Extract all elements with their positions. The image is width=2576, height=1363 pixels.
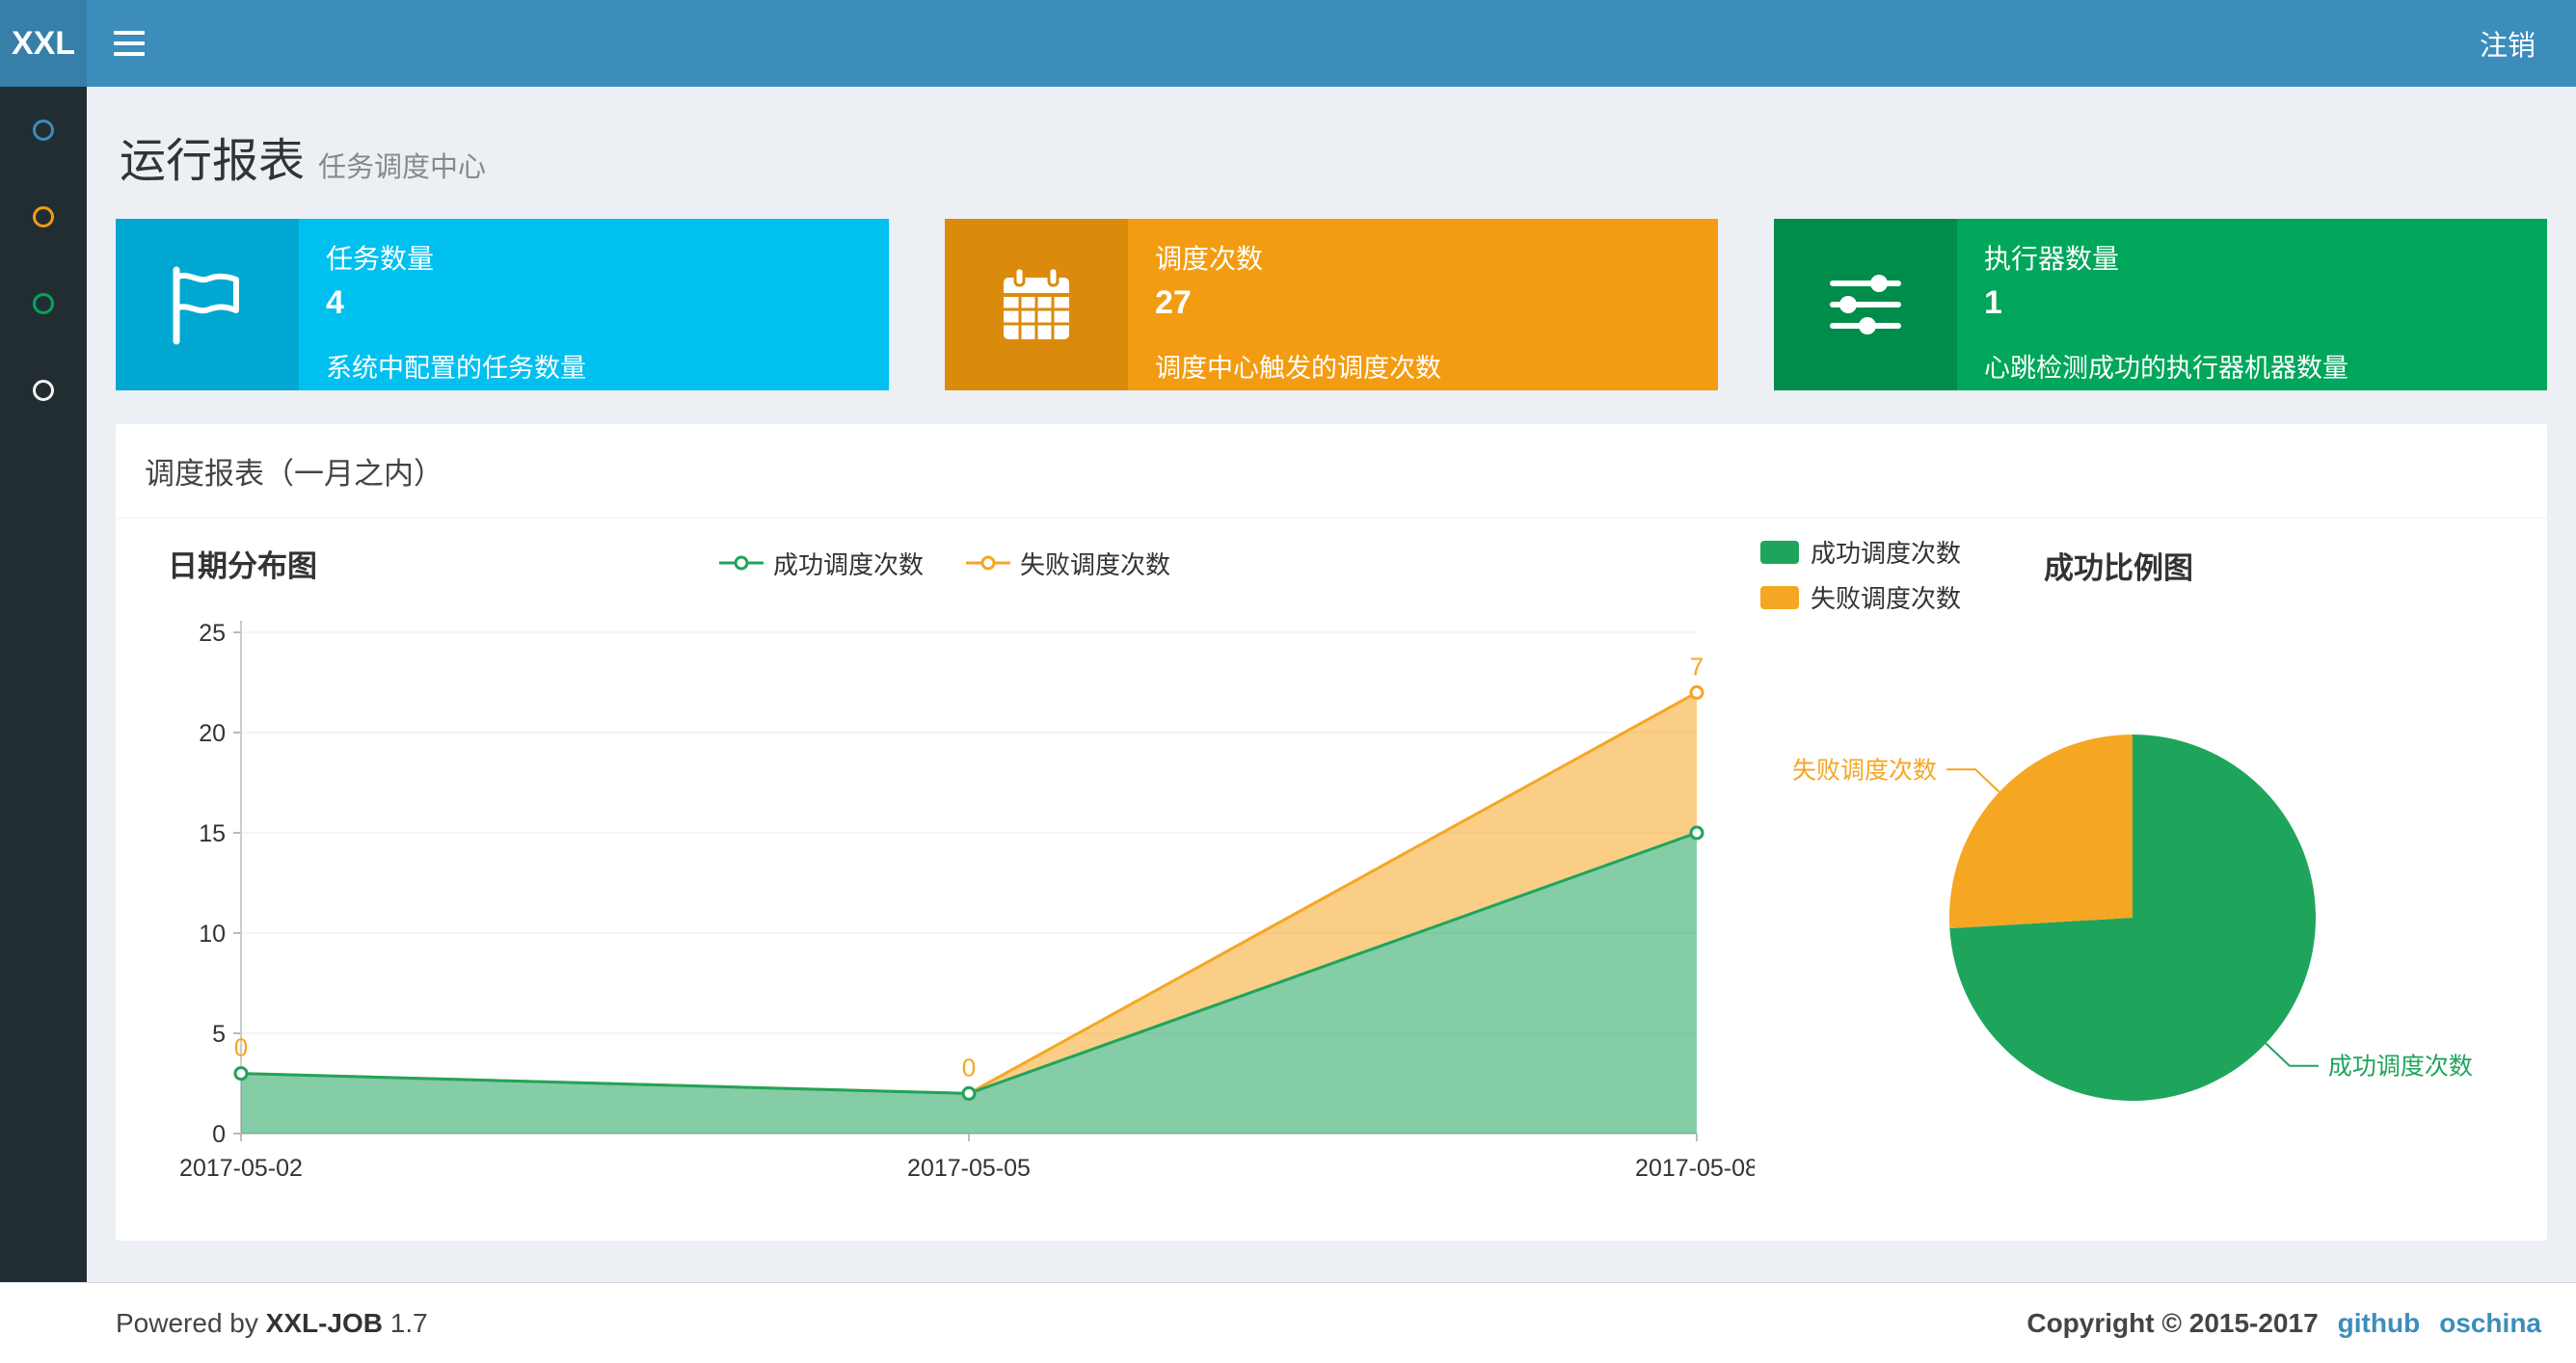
line-chart-section: 日期分布图 成功调度次数 失败调度次数 0 5 10 15 20 25 2017… [135,532,1758,1216]
footer-right: Copyright © 2015-2017 github oschina [2026,1308,2541,1339]
page-header: 运行报表 任务调度中心 [116,122,2547,190]
pie-chart-section: 成功调度次数 失败调度次数 成功比例图 成功调度次数 失败调度次数 [1755,532,2537,1216]
info-box-body: 调度次数 27 调度中心触发的调度次数 [1128,219,1718,390]
sliders-icon [1774,219,1957,390]
info-box-value: 27 [1155,284,1192,321]
legend-swatch [1760,540,1799,564]
info-box-body: 执行器数量 1 心跳检测成功的执行器机器数量 [1957,219,2547,390]
line-chart-legend: 成功调度次数 失败调度次数 [135,546,1755,581]
circle-icon [33,206,54,227]
pie-chart-title: 成功比例图 [2044,551,2193,585]
line-marker-icon [718,555,764,571]
info-box-value: 4 [326,284,344,321]
github-link[interactable]: github [2338,1308,2421,1339]
svg-text:0: 0 [234,1033,248,1062]
legend-item-fail[interactable]: 失败调度次数 [966,546,1170,581]
logout-link[interactable]: 注销 [2439,23,2576,64]
report-panel: 调度报表（一月之内） 日期分布图 成功调度次数 失败调度次数 0 5 10 15… [116,424,2547,1241]
date-distribution-chart[interactable]: 05101520252017-05-02 2017-05-05 2017-05-08… [135,594,1758,1211]
powered-prefix: Powered by [116,1307,258,1338]
calendar-icon [945,219,1128,390]
page-title: 运行报表 [120,136,306,187]
info-box-value: 1 [1984,284,2002,321]
content-area: 运行报表 任务调度中心 任务数量 4 系统中配置的任务数量 调度次数 27 调度… [87,87,2576,1282]
oschina-link[interactable]: oschina [2439,1308,2541,1339]
svg-text:2017-05-05: 2017-05-05 [907,1155,1031,1182]
powered-by: Powered by XXL-JOB 1.7 [116,1308,428,1339]
legend-label: 成功调度次数 [772,549,924,579]
info-box-description: 调度中心触发的调度次数 [1155,354,1441,383]
svg-text:25: 25 [199,620,226,647]
line-marker-icon [966,555,1010,571]
svg-text:0: 0 [962,1053,976,1082]
top-navbar: XXL 注销 [0,0,2576,87]
panel-body: 日期分布图 成功调度次数 失败调度次数 0 5 10 15 20 25 2017… [116,519,2547,1241]
info-box-title: 任务数量 [326,244,435,274]
summary-boxes: 任务数量 4 系统中配置的任务数量 调度次数 27 调度中心触发的调度次数 执行… [116,219,2547,390]
legend-item-success[interactable]: 成功调度次数 [1760,534,1961,570]
svg-text:10: 10 [199,921,226,948]
copyright: Copyright © 2015-2017 [2026,1307,2319,1338]
legend-item-fail[interactable]: 失败调度次数 [1760,579,1961,615]
info-box-triggers: 调度次数 27 调度中心触发的调度次数 [945,219,1718,390]
circle-icon [33,120,54,141]
sidebar [0,87,87,1282]
page-subtitle: 任务调度中心 [318,152,487,183]
svg-text:2017-05-08: 2017-05-08 [1635,1155,1755,1182]
legend-label: 失败调度次数 [1020,549,1171,579]
svg-text:0: 0 [212,1121,226,1148]
info-box-jobs: 任务数量 4 系统中配置的任务数量 [116,219,889,390]
svg-text:20: 20 [199,720,226,747]
hamburger-icon [114,31,145,56]
product-name: XXL-JOB [265,1307,384,1338]
line-chart-head: 日期分布图 成功调度次数 失败调度次数 [135,532,1755,594]
info-box-executors: 执行器数量 1 心跳检测成功的执行器机器数量 [1774,219,2547,390]
svg-text:失败调度次数: 失败调度次数 [1792,757,1937,784]
sidebar-item-1[interactable] [0,87,87,174]
menu-toggle-button[interactable] [87,0,172,87]
circle-icon [33,293,54,314]
legend-label: 成功调度次数 [1811,539,1962,568]
app-logo[interactable]: XXL [0,0,87,87]
panel-title: 调度报表（一月之内） [116,424,2547,519]
sidebar-item-4[interactable] [0,347,87,434]
main-area: 运行报表 任务调度中心 任务数量 4 系统中配置的任务数量 调度次数 27 调度… [0,87,2576,1282]
legend-item-success[interactable]: 成功调度次数 [718,546,924,581]
flag-icon [116,219,299,390]
footer: Powered by XXL-JOB 1.7 Copyright © 2015-… [0,1282,2576,1363]
product-version: 1.7 [389,1307,428,1338]
info-box-description: 心跳检测成功的执行器机器数量 [1984,354,2348,383]
navbar-right: 注销 [2439,0,2576,87]
svg-text:5: 5 [212,1021,226,1048]
circle-icon [33,380,54,401]
legend-label: 失败调度次数 [1811,584,1962,613]
svg-text:2017-05-02: 2017-05-02 [179,1155,303,1182]
info-box-body: 任务数量 4 系统中配置的任务数量 [299,219,889,390]
info-box-description: 系统中配置的任务数量 [326,354,586,383]
info-box-title: 执行器数量 [1984,244,2120,274]
info-box-title: 调度次数 [1155,244,1264,274]
legend-swatch [1760,585,1799,609]
success-ratio-pie-chart[interactable]: 成功调度次数失败调度次数 [1755,532,2536,1207]
sidebar-item-3[interactable] [0,260,87,347]
xxl-job-dashboard: XXL 注销 运行报表 任务调度中心 任务数量 4 系统中配置的任务数量 调度次… [0,0,2576,1363]
sidebar-item-2[interactable] [0,174,87,260]
svg-text:7: 7 [1690,652,1704,681]
svg-text:成功调度次数: 成功调度次数 [2328,1054,2473,1081]
svg-text:15: 15 [199,820,226,847]
line-chart-title: 日期分布图 [168,548,317,583]
pie-chart-legend: 成功调度次数 失败调度次数 [1760,534,1961,615]
